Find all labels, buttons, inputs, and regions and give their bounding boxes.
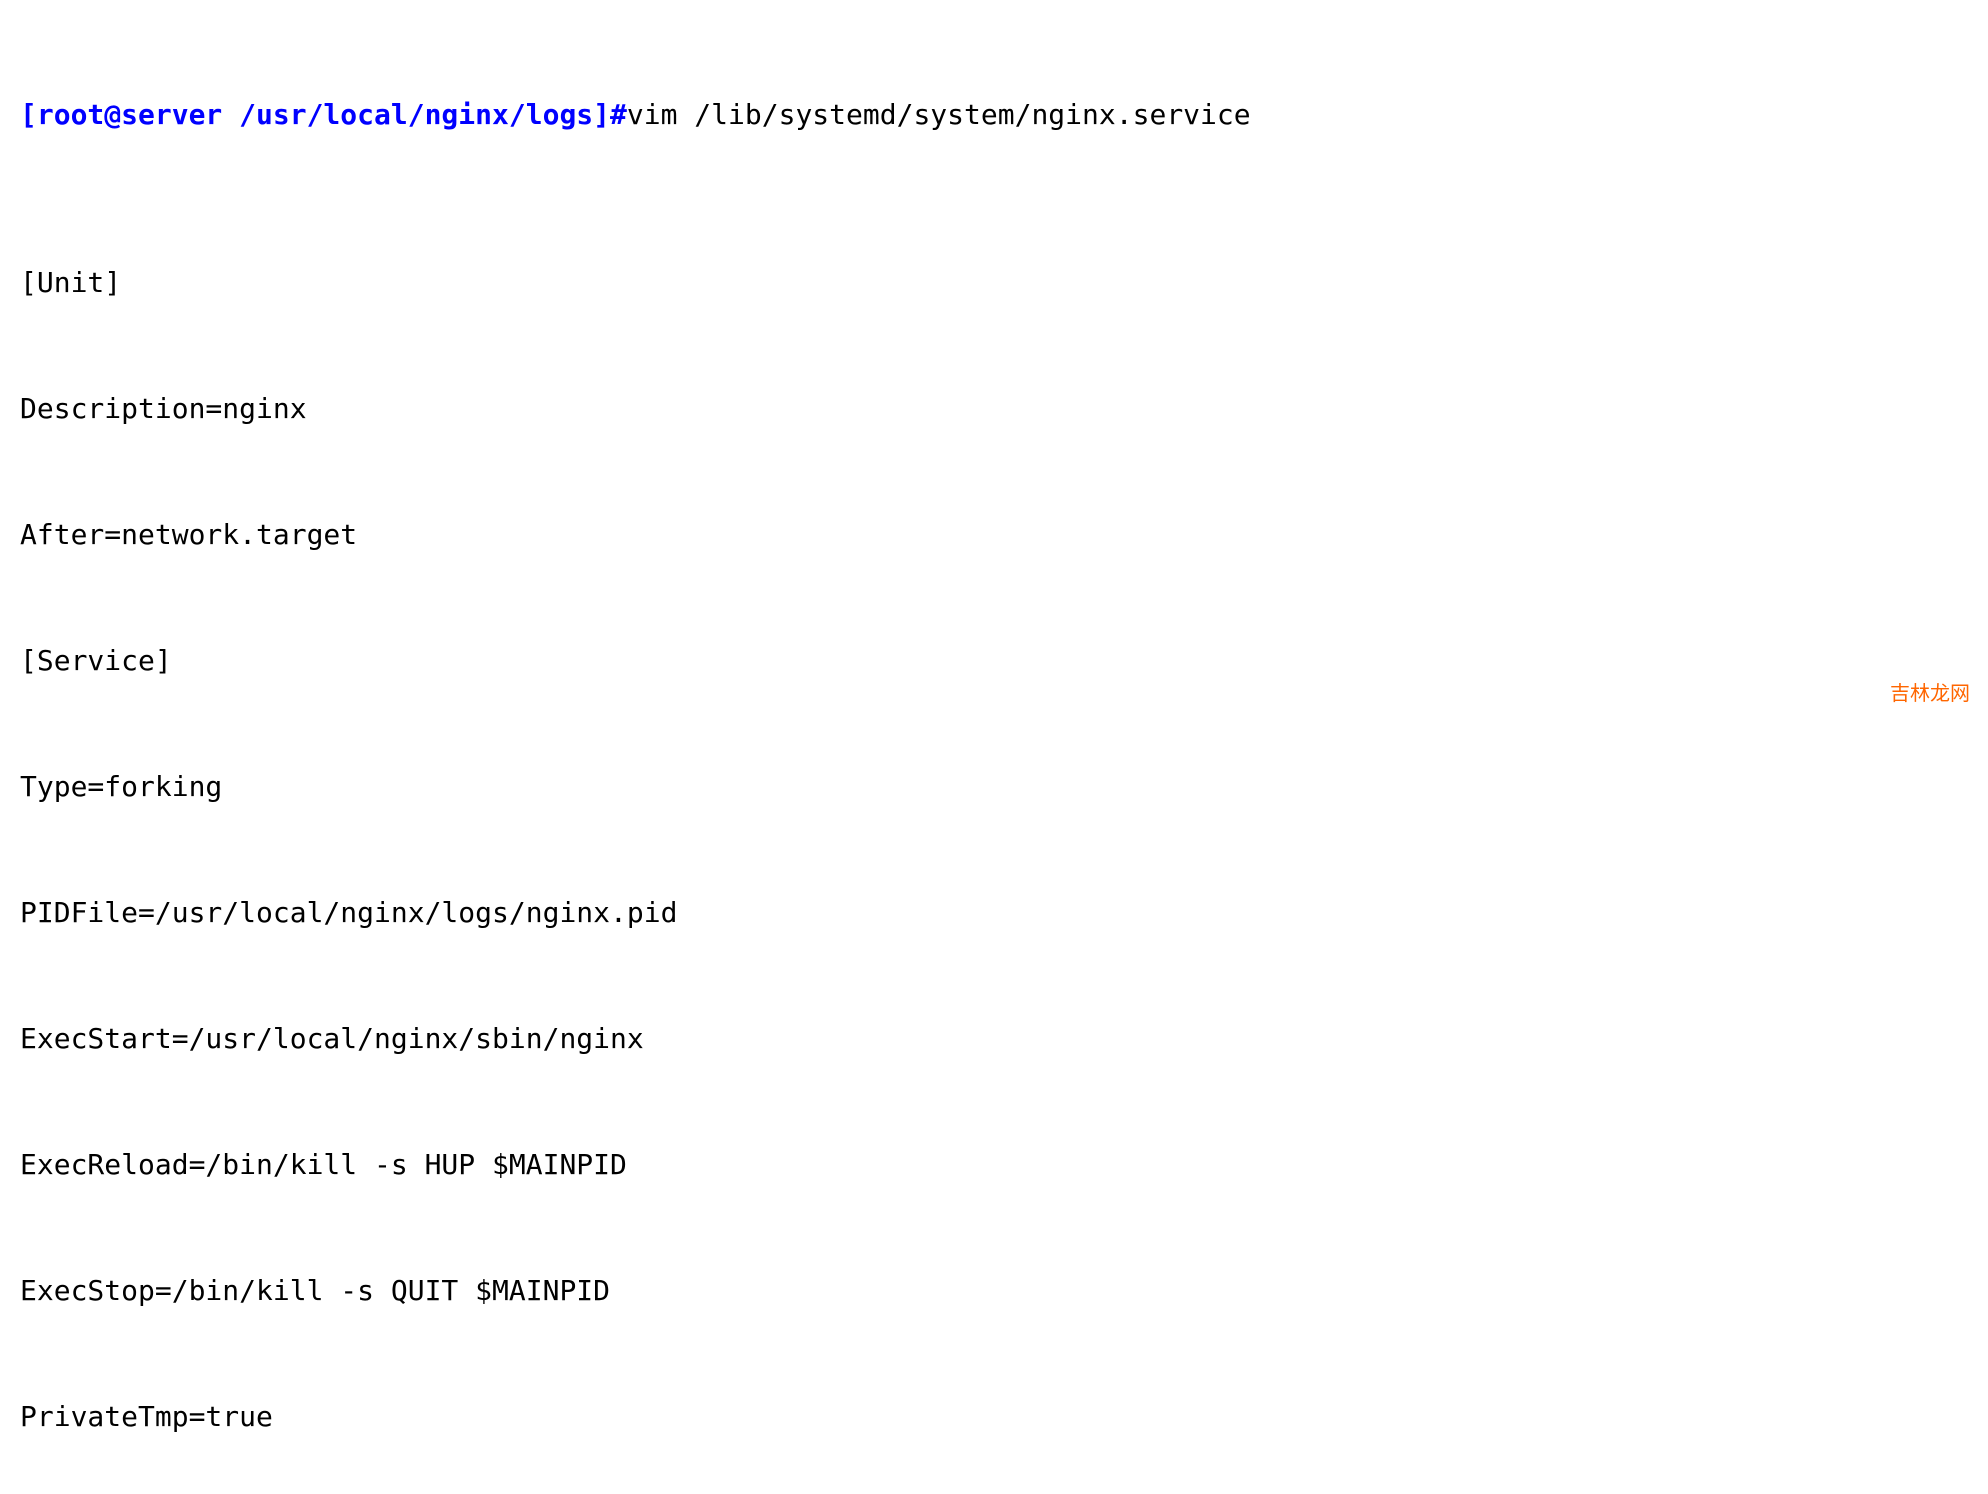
file-line-pidfile: PIDFile=/usr/local/nginx/logs/nginx.pid <box>20 892 1968 934</box>
command-line[interactable]: [root@server /usr/local/nginx/logs]#vim … <box>20 94 1968 136</box>
typed-command: vim /lib/systemd/system/nginx.service <box>627 98 1251 131</box>
file-line-execstop: ExecStop=/bin/kill -s QUIT $MAINPID <box>20 1270 1968 1312</box>
shell-prompt: [root@server /usr/local/nginx/logs]# <box>20 98 627 131</box>
file-line-service-header: [Service] <box>20 640 1968 682</box>
file-line-type: Type=forking <box>20 766 1968 808</box>
file-line-after: After=network.target <box>20 514 1968 556</box>
terminal-output: [root@server /usr/local/nginx/logs]#vim … <box>20 10 1968 1494</box>
file-line-privatetmp: PrivateTmp=true <box>20 1396 1968 1438</box>
file-line-execstart: ExecStart=/usr/local/nginx/sbin/nginx <box>20 1018 1968 1060</box>
watermark-text: 吉林龙网 <box>1890 679 1970 709</box>
file-line-execreload: ExecReload=/bin/kill -s HUP $MAINPID <box>20 1144 1968 1186</box>
file-line-unit-header: [Unit] <box>20 262 1968 304</box>
file-line-description: Description=nginx <box>20 388 1968 430</box>
